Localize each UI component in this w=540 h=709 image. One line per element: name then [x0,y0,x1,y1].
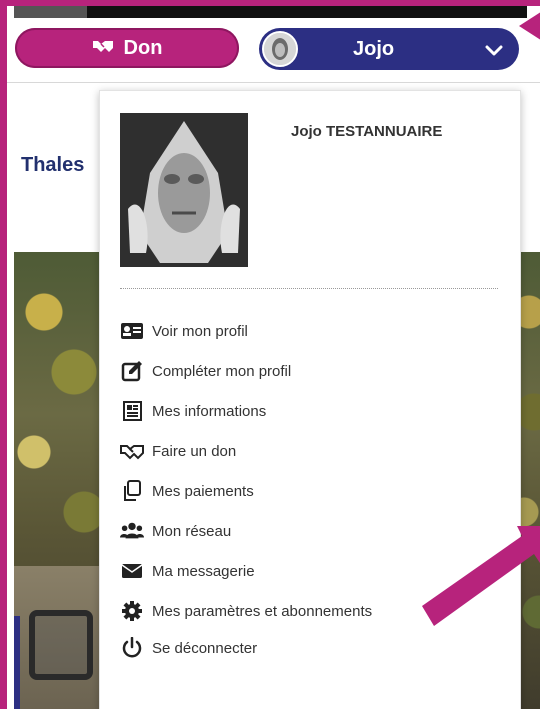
annotation-arrow [422,526,540,626]
handshake-icon [120,440,144,462]
header-divider [7,82,540,83]
screen-frame: Don Jojo Thales Jojo TESTANNUAIRE Voir m… [0,0,540,709]
user-name: Jojo [353,38,395,60]
menu-item-label: Se déconnecter [152,639,258,657]
profile-full-name: Jojo TESTANNUAIRE [291,123,443,140]
chevron-down-icon [485,40,503,63]
envelope-icon [120,560,144,582]
menu-item-label: Ma messagerie [152,562,255,580]
page-title: Thales [21,154,85,176]
menu-item-view-profile[interactable]: Voir mon profil [120,319,248,343]
menu-item-my-information[interactable]: Mes informations [120,399,266,423]
menu-item-label: Mes paramètres et abonnements [152,602,373,620]
handshake-icon [92,37,114,60]
menu-item-messaging[interactable]: Ma messagerie [120,559,255,583]
profile-photo [120,113,248,267]
copy-icon [120,480,144,502]
users-icon [120,520,144,542]
edit-icon[interactable] [29,610,93,680]
user-menu-button[interactable]: Jojo [259,28,519,70]
top-strip-left [14,6,87,18]
menu-item-label: Mes informations [152,402,267,420]
menu-item-complete-profile[interactable]: Compléter mon profil [120,359,291,383]
menu-item-payments[interactable]: Mes paiements [120,479,254,503]
donate-button[interactable]: Don [15,28,239,68]
donate-label: Don [123,36,163,59]
menu-item-network[interactable]: Mon réseau [120,519,231,543]
menu-item-label: Voir mon profil [152,322,248,340]
edit-icon [120,360,144,382]
avatar [262,31,298,67]
top-strip [87,6,527,18]
menu-item-settings[interactable]: Mes paramètres et abonnements [120,599,372,623]
id-card-icon [120,320,144,342]
menu-item-donate[interactable]: Faire un don [120,439,236,463]
menu-item-label: Mes paiements [152,482,254,500]
dropdown-divider [120,288,498,289]
menu-item-label: Mon réseau [152,522,232,540]
annotation-arrow [519,12,540,40]
gear-icon [120,600,144,622]
menu-item-label: Faire un don [152,442,237,460]
power-icon [120,637,144,659]
side-edge [14,616,20,709]
newspaper-icon [120,400,144,422]
menu-item-logout[interactable]: Se déconnecter [120,636,257,660]
menu-item-label: Compléter mon profil [152,362,292,380]
